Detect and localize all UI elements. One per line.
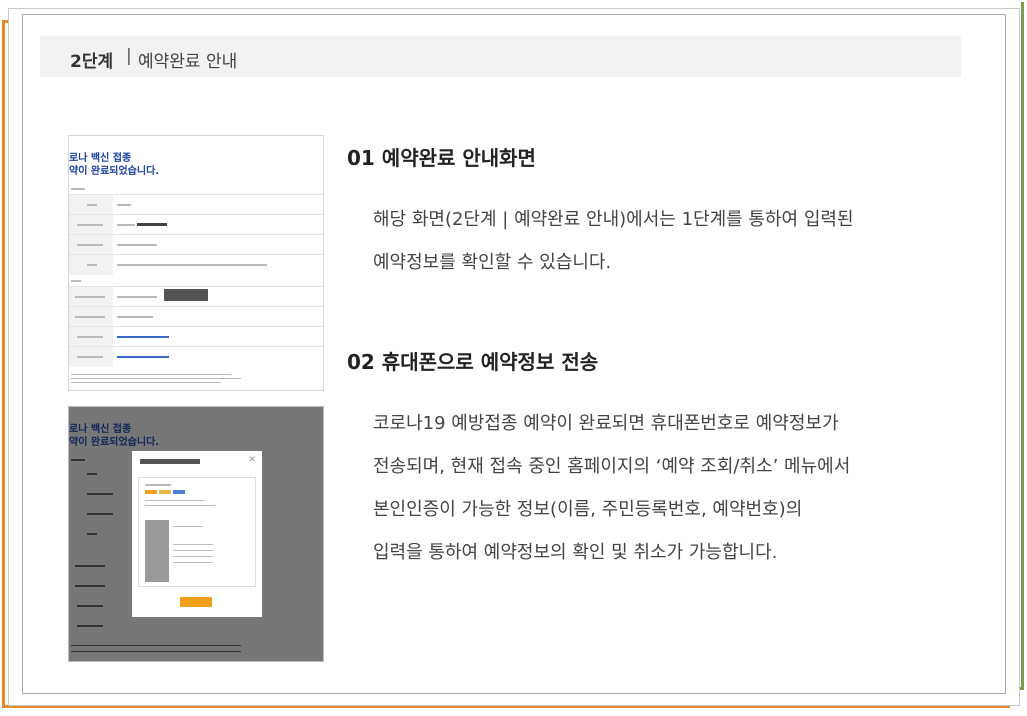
confirm-button[interactable] xyxy=(180,597,212,607)
section-2-heading: 02 휴대폰으로 예약정보 전송 xyxy=(347,350,599,374)
step-number: 2단계 xyxy=(70,52,114,72)
thumbnail-heading-line1: 로나 백신 접종 xyxy=(69,424,132,435)
thumbnail-heading-line2: 약이 완료되었습니다. xyxy=(69,166,160,177)
section-2-line: 입력을 통하여 예약정보의 확인 및 취소가 가능합니다. xyxy=(373,542,778,563)
section-2-text: 코로나19 예방접종 예약이 완료되면 휴대폰번호로 예약정보가 전송되며, 현… xyxy=(373,402,973,574)
facility-info-popup-screenshot: 로나 백신 접종 약이 완료되었습니다. ✕ xyxy=(68,406,324,662)
step-separator: | xyxy=(126,46,132,66)
section-1-heading: 01 예약완료 안내화면 xyxy=(347,146,536,170)
section-1-line: 해당 화면(2단계 | 예약완료 안내)에서는 1단계를 통하여 입력된 xyxy=(373,209,854,230)
popup-dialog: ✕ xyxy=(132,451,262,617)
section-2-line: 코로나19 예방접종 예약이 완료되면 휴대폰번호로 예약정보가 xyxy=(373,413,839,434)
section-2-line: 본인인증이 가능한 정보(이름, 주민등록번호, 예약번호)의 xyxy=(373,499,803,520)
close-icon: ✕ xyxy=(248,455,256,465)
section-2-line: 전송되며, 현재 접속 중인 홈페이지의 ‘예약 조회/취소’ 메뉴에서 xyxy=(373,456,851,477)
section-1-line: 예약정보를 확인할 수 있습니다. xyxy=(373,252,612,273)
booking-complete-screenshot: 로나 백신 접종 약이 완료되었습니다. xyxy=(68,135,324,391)
thumbnail-heading-line2: 약이 완료되었습니다. xyxy=(69,437,160,448)
section-1-text: 해당 화면(2단계 | 예약완료 안내)에서는 1단계를 통하여 입력된 예약정… xyxy=(373,198,973,284)
step-title: 예약완료 안내 xyxy=(138,52,238,72)
step-header: 2단계 | 예약완료 안내 xyxy=(40,36,961,77)
thumbnail-heading-line1: 로나 백신 접종 xyxy=(69,153,132,164)
